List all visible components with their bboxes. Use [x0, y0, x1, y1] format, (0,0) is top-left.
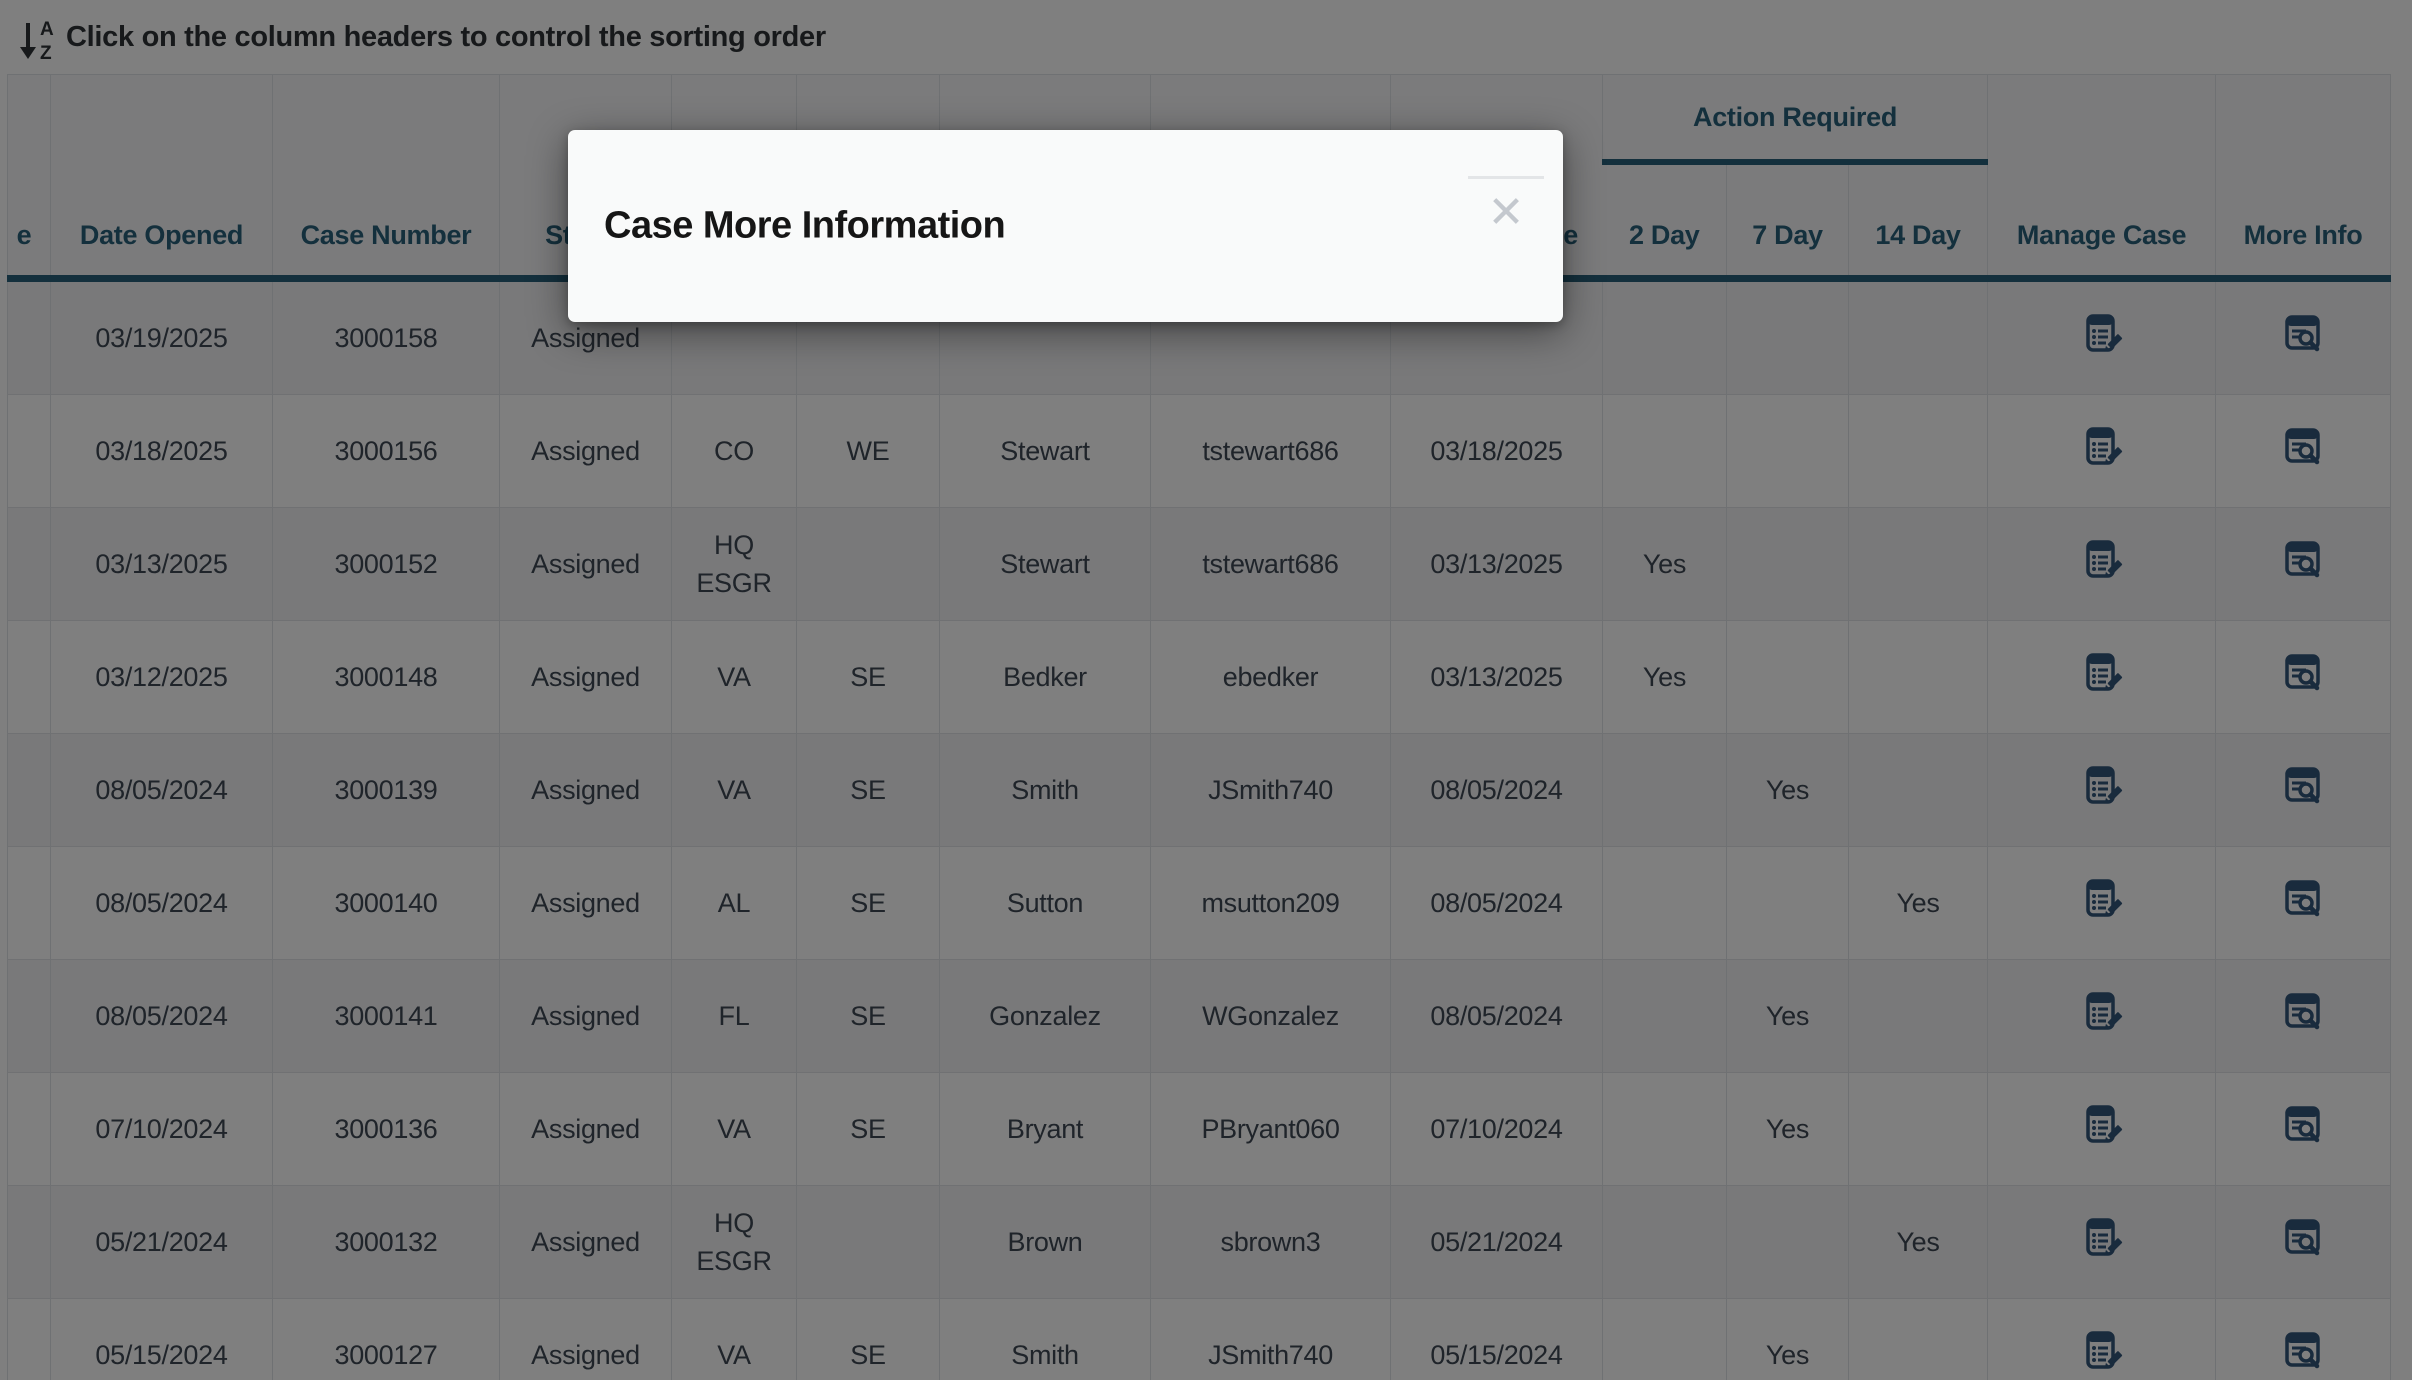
- case-management-page: A Z Click on the column headers to contr…: [0, 0, 2412, 1380]
- close-button-divider: [1468, 176, 1544, 179]
- close-icon: ✕: [1465, 191, 1547, 235]
- dialog-title: Case More Information: [604, 205, 1005, 248]
- case-more-information-dialog: Case More Information ✕: [568, 130, 1563, 322]
- close-button[interactable]: ✕: [1465, 176, 1547, 235]
